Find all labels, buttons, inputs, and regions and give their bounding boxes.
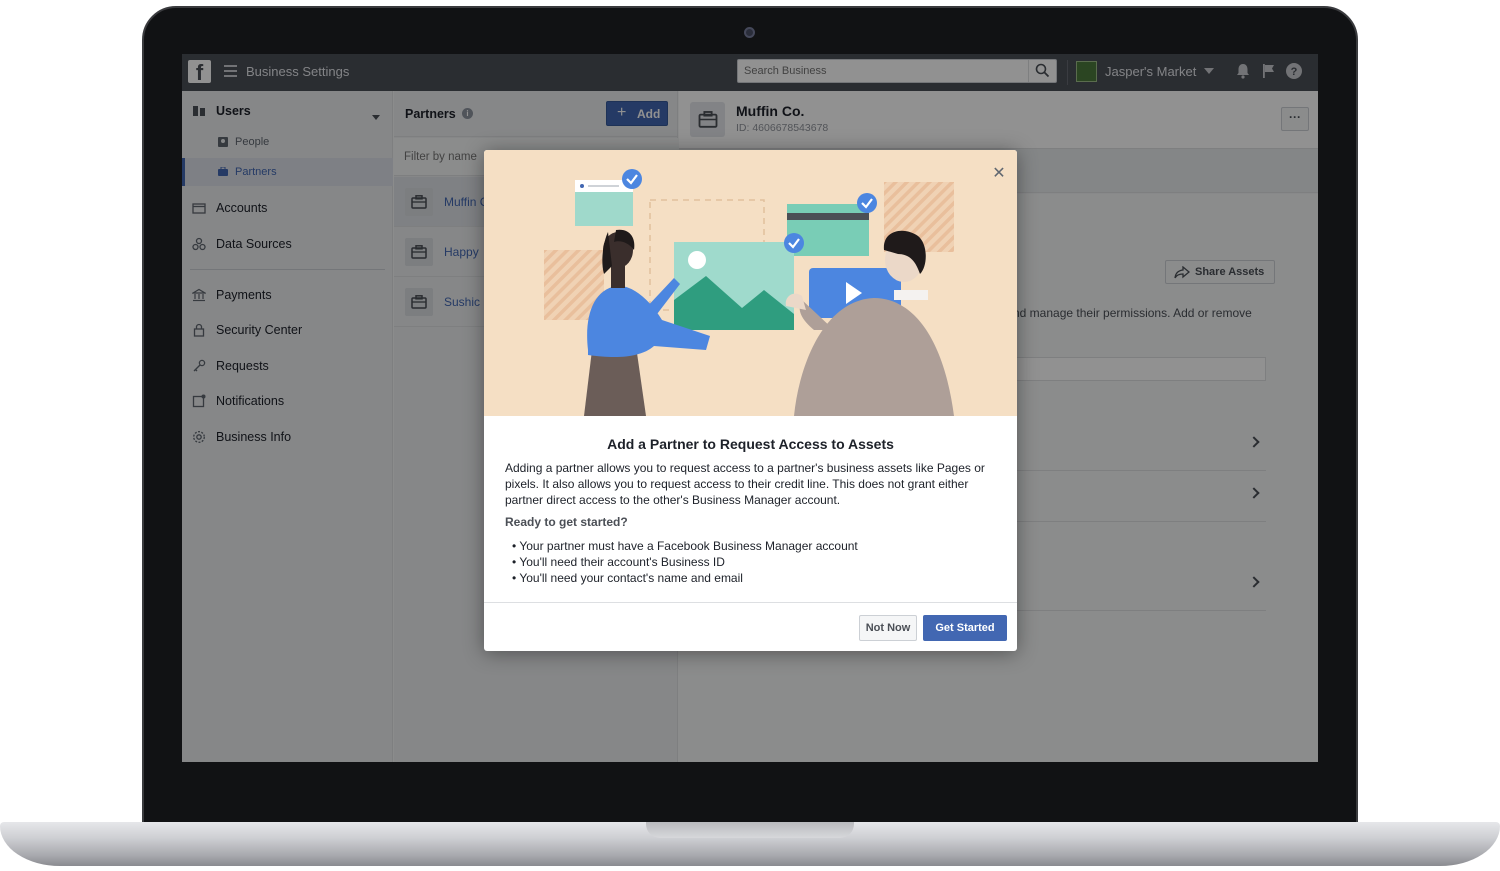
- dialog-subtitle: Ready to get started?: [505, 515, 628, 529]
- dialog-body: Add a Partner to Request Access to Asset…: [484, 416, 1017, 602]
- requirements-list: Your partner must have a Facebook Busine…: [512, 538, 858, 586]
- get-started-button[interactable]: Get Started: [923, 615, 1007, 641]
- illustration-image: [544, 169, 954, 416]
- list-item: Your partner must have a Facebook Busine…: [512, 538, 857, 554]
- dialog-footer: Not Now Get Started: [484, 602, 1017, 651]
- list-item: You'll need their account's Business ID: [512, 554, 858, 570]
- add-partner-dialog: ✕ Add a Partner to Request Access to Ass…: [484, 150, 1017, 651]
- list-item: You'll need your contact's name and emai…: [512, 570, 858, 586]
- dialog-title: Add a Partner to Request Access to Asset…: [607, 436, 894, 452]
- not-now-button[interactable]: Not Now: [859, 615, 917, 641]
- screen: f Business Settings Jasper's Market ? Us…: [182, 54, 1318, 762]
- dialog-description: Adding a partner allows you to request a…: [505, 461, 985, 507]
- close-icon[interactable]: ✕: [992, 166, 1006, 182]
- laptop-notch: [646, 822, 854, 838]
- hero-illustration: ✕: [484, 150, 1017, 416]
- camera: [744, 27, 755, 38]
